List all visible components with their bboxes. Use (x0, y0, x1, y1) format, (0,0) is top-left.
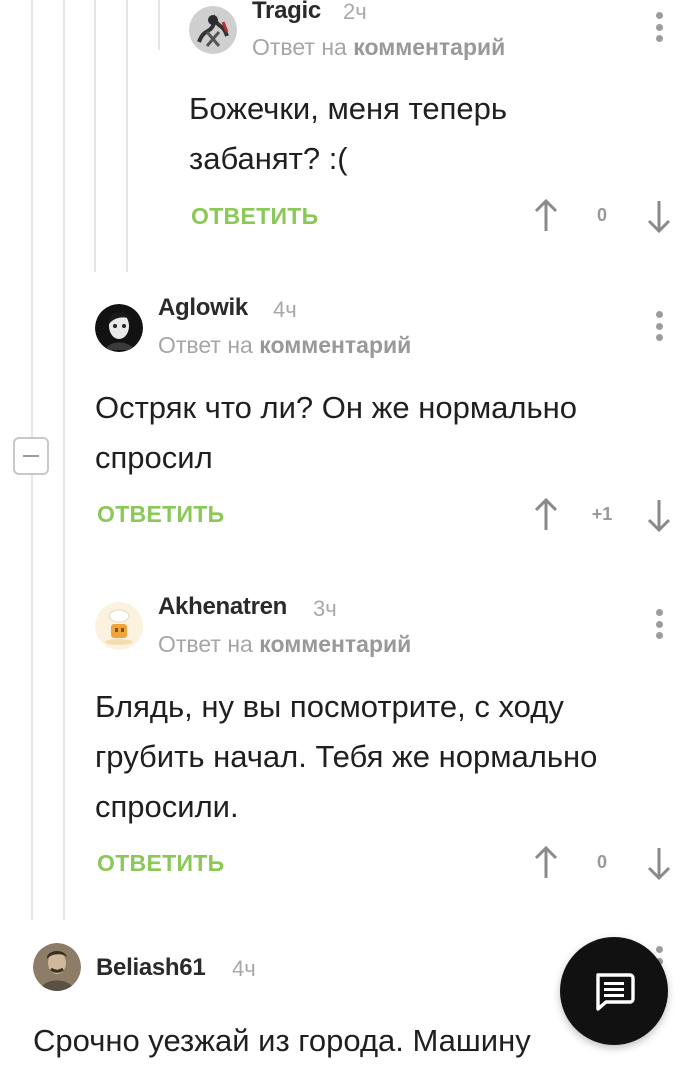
dark-portrait-avatar-icon (95, 304, 143, 352)
avatar[interactable] (33, 943, 81, 991)
more-options-icon[interactable] (654, 12, 664, 42)
reply-to-label: Ответ на комментарий (252, 34, 505, 61)
reply-to-label: Ответ на комментарий (158, 631, 411, 658)
thread-line-level3 (94, 0, 96, 272)
avatar[interactable] (95, 602, 143, 650)
reply-to-link[interactable]: комментарий (353, 34, 505, 60)
thread-line-level4 (126, 0, 128, 272)
downvote-arrow-icon[interactable] (647, 498, 671, 532)
comment-text-line: Божечки, меня теперь (189, 91, 508, 126)
minus-icon (23, 455, 39, 457)
reply-to-link[interactable]: комментарий (259, 631, 411, 657)
comment-score: 0 (596, 852, 607, 872)
comment-score: +1 (591, 504, 613, 524)
comment-time: 4ч (273, 297, 297, 322)
comment-author[interactable]: Akhenatren (158, 593, 287, 621)
abstract-figure-avatar-icon (189, 6, 237, 54)
comment-bubble-icon (596, 973, 635, 1011)
reply-to-prefix: Ответ на (158, 332, 253, 358)
comment-text: Божечки, меня теперь забанят? :( (189, 84, 507, 184)
comment-score: 0 (596, 205, 607, 225)
open-comments-button[interactable] (560, 937, 668, 1045)
reply-to-link[interactable]: комментарий (259, 332, 411, 358)
reply-button[interactable]: ОТВЕТИТЬ (97, 501, 224, 528)
comment-text-line: Срочно уезжай из города. Машину (33, 1023, 531, 1058)
comment-time: 2ч (343, 0, 367, 24)
reply-button[interactable]: ОТВЕТИТЬ (191, 203, 318, 230)
comment-text: Остряк что ли? Он же нормально спросил (95, 383, 577, 483)
upvote-arrow-icon[interactable] (534, 498, 558, 532)
comment-text-line: Блядь, ну вы посмотрите, с ходу (95, 689, 564, 724)
more-options-icon[interactable] (654, 609, 664, 639)
comment-author[interactable]: Tragic (252, 0, 321, 25)
reply-to-label: Ответ на комментарий (158, 332, 411, 359)
avatar[interactable] (95, 304, 143, 352)
comment-text-line: спросил (95, 440, 213, 475)
comment-text-line: Остряк что ли? Он же нормально (95, 390, 577, 425)
comment-text-line: спросили. (95, 789, 239, 824)
upvote-arrow-icon[interactable] (534, 199, 558, 233)
comment-text-line: грубить начал. Тебя же нормально (95, 739, 598, 774)
reply-button[interactable]: ОТВЕТИТЬ (97, 850, 224, 877)
thread-line-level5 (158, 0, 160, 50)
comment-time: 3ч (313, 596, 337, 621)
reply-to-prefix: Ответ на (158, 631, 253, 657)
comment-time: 4ч (232, 956, 256, 981)
portrait-photo-avatar-icon (33, 943, 81, 991)
comment-text-line: забанят? :( (189, 141, 348, 176)
reply-to-prefix: Ответ на (252, 34, 347, 60)
comment-author[interactable]: Aglowik (158, 294, 248, 322)
downvote-arrow-icon[interactable] (647, 846, 671, 880)
comment-text: Срочно уезжай из города. Машину (33, 1016, 531, 1066)
comment-author[interactable]: Beliash61 (96, 954, 206, 982)
downvote-arrow-icon[interactable] (647, 199, 671, 233)
collapse-thread-button[interactable] (13, 437, 49, 475)
avatar[interactable] (189, 6, 237, 54)
thread-line-level2 (63, 0, 65, 920)
upvote-arrow-icon[interactable] (534, 846, 558, 880)
more-options-icon[interactable] (654, 311, 664, 341)
comment-text: Блядь, ну вы посмотрите, с ходу грубить … (95, 682, 597, 832)
chef-cartoon-avatar-icon (95, 602, 143, 650)
